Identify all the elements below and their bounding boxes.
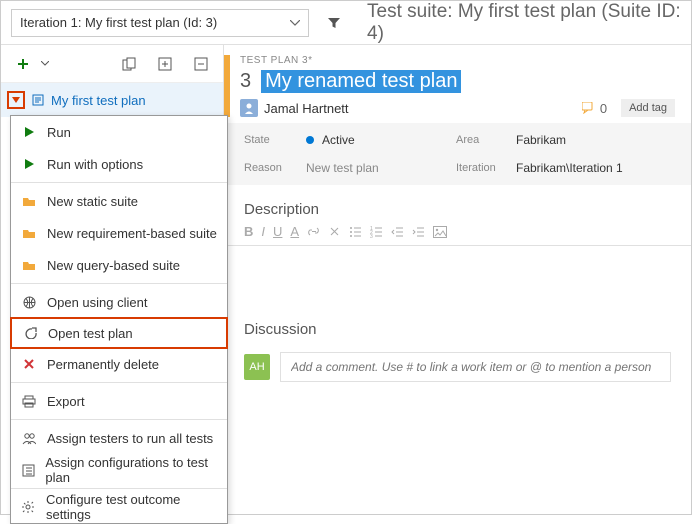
discussion-input[interactable] [280, 352, 671, 382]
ctx-new-requirement-suite[interactable]: New requirement-based suite [11, 217, 227, 249]
indent-icon[interactable] [412, 225, 425, 238]
ctx-assign-testers[interactable]: Assign testers to run all tests [11, 422, 227, 454]
collapse-button[interactable] [189, 52, 213, 76]
new-item-button[interactable] [11, 52, 35, 76]
svg-text:3: 3 [370, 234, 373, 238]
image-icon[interactable] [433, 226, 447, 238]
clone-button[interactable] [117, 52, 141, 76]
delete-x-icon [21, 356, 37, 372]
bold-icon[interactable]: B [244, 224, 253, 239]
state-dot-icon [306, 136, 314, 144]
state-field[interactable]: Active [306, 133, 456, 147]
testers-icon [21, 430, 37, 446]
suite-title: Test suite: My first test plan (Suite ID… [349, 1, 691, 45]
outdent-icon[interactable] [391, 225, 404, 238]
ctx-run-with-options[interactable]: Run with options [11, 148, 227, 180]
ctx-configure-outcome[interactable]: Configure test outcome settings [11, 491, 227, 523]
test-plan-icon [31, 93, 45, 107]
assignee-avatar [240, 99, 258, 117]
gear-icon [21, 499, 36, 515]
expand-plus-icon [158, 57, 172, 71]
play-icon [21, 156, 37, 172]
chevron-down-icon [290, 20, 300, 26]
state-label: State [244, 134, 306, 146]
work-item-title-input[interactable]: My renamed test plan [261, 70, 461, 93]
iteration-dropdown-label: Iteration 1: My first test plan (Id: 3) [20, 15, 217, 30]
description-heading: Description [224, 185, 691, 224]
config-icon [21, 462, 35, 478]
underline-icon[interactable]: U [273, 224, 282, 239]
ctx-open-using-client[interactable]: Open using client [11, 286, 227, 318]
clone-icon [122, 57, 136, 71]
area-field[interactable]: Fabrikam [516, 133, 671, 147]
current-user-avatar: AH [244, 354, 270, 380]
editor-toolbar: B I U A 123 [224, 224, 691, 245]
open-arrow-icon [22, 325, 38, 341]
link-icon[interactable] [307, 225, 320, 238]
italic-icon[interactable]: I [261, 224, 265, 239]
play-icon [21, 124, 37, 140]
work-item-id: 3 [240, 70, 251, 93]
expand-button[interactable] [153, 52, 177, 76]
comment-count: 0 [600, 101, 607, 116]
folder-icon [21, 193, 37, 209]
ctx-permanently-delete[interactable]: Permanently delete [11, 348, 227, 380]
plus-icon [16, 57, 30, 71]
iteration-label: Iteration [456, 162, 516, 174]
font-color-icon[interactable]: A [290, 224, 299, 239]
discussion-heading: Discussion [224, 305, 691, 344]
discussion-icon[interactable] [582, 102, 596, 114]
ctx-run[interactable]: Run [11, 116, 227, 148]
clear-format-icon[interactable] [328, 225, 341, 238]
number-list-icon[interactable]: 123 [370, 225, 383, 238]
work-item-color-bar [224, 55, 230, 117]
description-editor[interactable] [224, 245, 691, 305]
folder-icon [21, 257, 37, 273]
iteration-dropdown[interactable]: Iteration 1: My first test plan (Id: 3) [11, 9, 309, 37]
add-tag-button[interactable]: Add tag [621, 99, 675, 117]
context-menu-caret[interactable] [7, 91, 25, 109]
reason-field[interactable]: New test plan [306, 161, 456, 175]
filter-icon [327, 16, 341, 30]
tree-root-label: My first test plan [51, 93, 146, 108]
context-menu: Run Run with options New static suite Ne… [10, 115, 228, 524]
reason-label: Reason [244, 162, 306, 174]
bullet-list-icon[interactable] [349, 225, 362, 238]
ctx-new-query-suite[interactable]: New query-based suite [11, 249, 227, 281]
folder-icon [21, 225, 37, 241]
ctx-open-test-plan[interactable]: Open test plan [10, 317, 228, 349]
area-label: Area [456, 134, 516, 146]
details-section: State Active Area Fabrikam Reason New te… [224, 123, 691, 185]
collapse-minus-icon [194, 57, 208, 71]
assignee-name[interactable]: Jamal Hartnett [264, 101, 349, 116]
chevron-down-icon[interactable] [41, 61, 49, 66]
globe-icon [21, 294, 37, 310]
print-icon [21, 393, 37, 409]
tree-root-item[interactable]: My first test plan [1, 83, 223, 117]
ctx-export[interactable]: Export [11, 385, 227, 417]
work-item-type-label: TEST PLAN 3* [240, 55, 675, 66]
iteration-field[interactable]: Fabrikam\Iteration 1 [516, 161, 671, 175]
ctx-new-static-suite[interactable]: New static suite [11, 185, 227, 217]
ctx-assign-configs[interactable]: Assign configurations to test plan [11, 454, 227, 486]
filter-button[interactable] [327, 16, 341, 30]
